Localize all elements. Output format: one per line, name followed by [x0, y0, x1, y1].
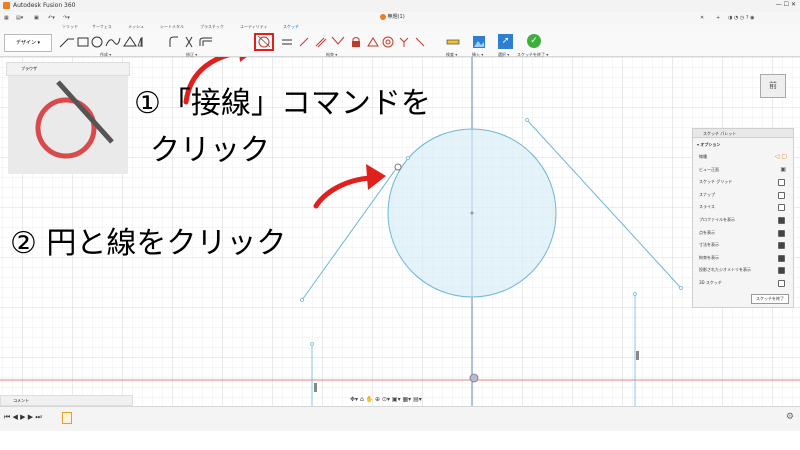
measure-tool-icon[interactable] [446, 36, 460, 48]
comments-bar[interactable]: コメント [0, 395, 133, 406]
palette-row[interactable]: 3D スケッチ [699, 280, 789, 288]
close-tab-icon[interactable]: ✕ [700, 12, 704, 24]
browser-label: ブラウザ [21, 66, 37, 71]
circle-tool-icon [91, 36, 103, 48]
document-tab[interactable]: 無題(1) [380, 13, 405, 23]
equal-tool-icon [415, 37, 425, 47]
navigation-bar[interactable]: ✥▾ ⌂ ✋ ⊕ ⊙▾ ▣▾ ▦▾ ▤▾ [350, 396, 448, 405]
tangent-icon-inset [8, 76, 128, 174]
palette-row[interactable]: ビュー正面 ▣ [699, 166, 789, 175]
palette-row-label: 線種 [699, 154, 707, 159]
window-controls[interactable]: — ☐ ✕ [776, 1, 796, 8]
collinear-tool-icon [315, 37, 327, 48]
app-logo-icon [3, 2, 10, 9]
palette-row-label: ビュー正面 [699, 166, 719, 172]
palette-row[interactable]: 拘束を表示 [699, 254, 789, 263]
line-tool-icon [59, 38, 74, 48]
palette-finish-button[interactable]: スケッチを終了 [751, 294, 789, 304]
palette-row-label: スライス [699, 204, 715, 210]
palette-row-label: 寸法を表示 [699, 242, 719, 248]
palette-row[interactable]: プロファイルを表示 [699, 217, 789, 225]
save-icon[interactable]: ▣ [34, 12, 39, 24]
undo-icon[interactable]: ↶▾ [48, 12, 55, 24]
modify-tools[interactable] [168, 34, 224, 50]
palette-row[interactable]: 寸法を表示 [699, 242, 789, 250]
palette-row-label: 点を表示 [699, 229, 715, 235]
palette-row[interactable]: 点を表示 [699, 229, 789, 238]
palette-checkbox[interactable] [778, 280, 785, 287]
spline-tool-icon [105, 37, 121, 47]
view-cube[interactable]: 前 [760, 74, 786, 98]
origin-point [469, 373, 479, 383]
palette-row[interactable]: 線種 ◁ ▢ [699, 153, 789, 162]
look-at-icon[interactable]: ▣ [780, 166, 786, 173]
insert-image-icon[interactable] [472, 35, 486, 49]
palette-header: スケッチ パレット [693, 129, 793, 138]
profile-icons[interactable]: ◑ ◔ ◷ ? ◉ [728, 12, 754, 24]
palette-row-label: 3D スケッチ [699, 280, 722, 285]
tangent-highlight-box [254, 33, 274, 51]
rectangle-tool-icon [77, 37, 89, 47]
timeline-controls[interactable]: ⏮ ◀ ▶ ▶ ⏭ [4, 413, 42, 422]
circle-center-point [470, 211, 474, 215]
settings-gear-icon[interactable]: ⚙ [786, 412, 794, 422]
create-tools[interactable] [58, 34, 168, 50]
comments-label: コメント [13, 398, 29, 403]
palette-row[interactable]: 投影されたジオメトリを表示 [699, 267, 789, 275]
trim-tool-icon [185, 36, 193, 48]
tangent-large-icon [35, 80, 114, 159]
palette-row-label: 拘束を表示 [699, 254, 719, 260]
palette-checkbox[interactable] [778, 191, 785, 199]
offset-tool-icon [199, 37, 212, 46]
tangent-point-marker [394, 163, 402, 171]
step1-annotation-line2: クリック [150, 133, 270, 168]
midpoint-tool-icon [367, 37, 379, 47]
browser-panel[interactable]: ブラウザ [6, 62, 130, 76]
palette-row-label: プロファイルを表示 [699, 217, 735, 222]
grid-menu-icon[interactable]: ▦ [4, 12, 9, 24]
document-icon [380, 13, 386, 20]
step2-annotation: ② 円と線をクリック [10, 226, 287, 261]
polygon-tool-icon [123, 36, 137, 47]
linetype-icons[interactable]: ◁ ▢ [775, 153, 787, 160]
palette-row[interactable]: スライス [699, 204, 789, 212]
palette-checkbox[interactable] [778, 217, 785, 224]
palette-row-label: スナップ [699, 191, 715, 197]
palette-row[interactable]: スケッチ グリッド [699, 179, 789, 187]
parallel-tool-icon [331, 36, 345, 45]
palette-checkbox[interactable] [778, 254, 785, 262]
palette-checkbox[interactable] [778, 204, 785, 212]
finish-sketch-icon[interactable]: ✓ [527, 34, 541, 48]
redo-icon[interactable]: ↷▾ [63, 12, 70, 24]
sketch-palette[interactable]: スケッチ パレット ▾ オプション 線種 ◁ ▢ ビュー正面 ▣ スケッチ グリッド スナ… [692, 128, 794, 308]
fillet-tool-icon [169, 36, 178, 47]
palette-row[interactable]: スナップ [699, 191, 789, 200]
new-tab-icon[interactable]: + [716, 12, 720, 24]
fix-tool-icon [352, 41, 360, 47]
app-title: Autodesk Fusion 360 [13, 2, 76, 9]
document-title: 無題(1) [387, 14, 405, 20]
select-tool-icon[interactable]: ➚ [498, 34, 513, 49]
palette-checkbox[interactable] [778, 242, 785, 250]
palette-checkbox[interactable] [778, 229, 785, 237]
timeline: ⏮ ◀ ▶ ▶ ⏭ ⚙ [0, 406, 800, 431]
timeline-feature-icon[interactable] [62, 412, 72, 424]
palette-checkbox[interactable] [778, 267, 785, 275]
palette-section[interactable]: ▾ オプション [697, 142, 720, 148]
toolbar: デザイン ▾ 作成 ▾ 修正 ▾ 拘束 ▾ 検査 ▾ 挿入 ▾ ➚ 選択 ▾ ✓… [0, 30, 800, 57]
palette-row-label: スケッチ グリッド [699, 179, 733, 185]
symmetric-tool-icon [399, 37, 409, 47]
step1-annotation-line1: ①「接線」コマンドを [134, 86, 431, 121]
constraint-tools[interactable] [254, 34, 434, 50]
design-workspace-button[interactable]: デザイン ▾ [4, 34, 52, 52]
palette-row-label: 投影されたジオメトリを表示 [699, 267, 751, 273]
file-icon[interactable]: ▤▾ [16, 12, 23, 24]
coincident-tool-icon [299, 37, 309, 47]
palette-title: スケッチ パレット [703, 131, 737, 136]
concentric-tool-icon [382, 36, 394, 48]
palette-checkbox[interactable] [778, 179, 785, 187]
